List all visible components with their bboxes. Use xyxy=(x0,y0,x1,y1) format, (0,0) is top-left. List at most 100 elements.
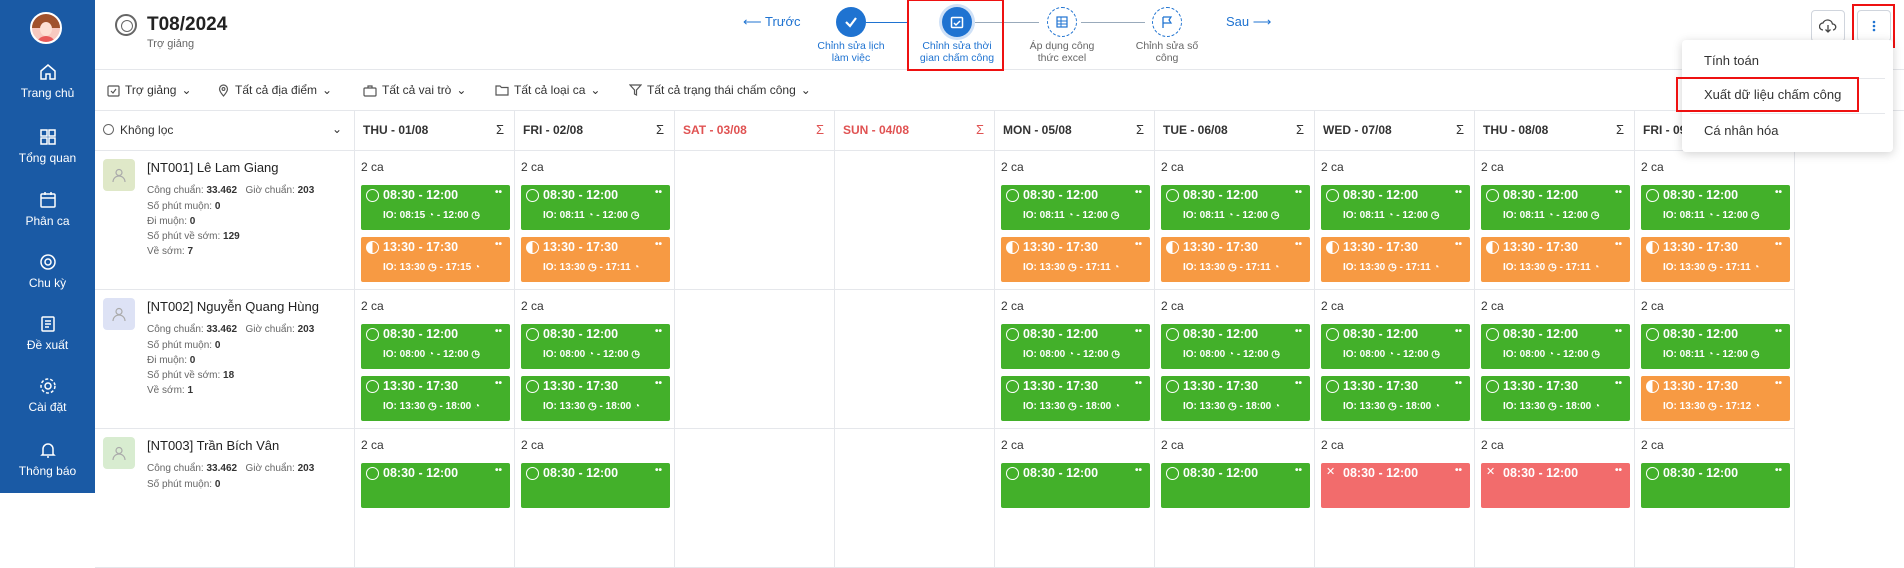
shift-card[interactable]: 08:30 - 12:00•• xyxy=(361,463,510,508)
shift-card[interactable]: 13:30 - 17:30••IO: 13:30 ◷ - 17:11 ◔ xyxy=(521,237,670,282)
shift-card[interactable]: 08:30 - 12:00•• xyxy=(1641,463,1790,508)
more-horizontal-icon[interactable]: •• xyxy=(655,378,662,389)
more-horizontal-icon[interactable]: •• xyxy=(495,378,502,389)
more-horizontal-icon[interactable]: •• xyxy=(1295,239,1302,250)
shift-card[interactable]: 08:30 - 12:00••IO: 08:11 ◔ - 12:00 ◷ xyxy=(1481,185,1630,230)
more-horizontal-icon[interactable]: •• xyxy=(1615,239,1622,250)
more-horizontal-icon[interactable]: •• xyxy=(1615,187,1622,198)
shift-card[interactable]: 08:30 - 12:00••IO: 08:11 ◔ - 12:00 ◷ xyxy=(521,185,670,230)
shift-card[interactable]: 08:30 - 12:00••IO: 08:11 ◔ - 12:00 ◷ xyxy=(1001,185,1150,230)
sidebar-item-proposal[interactable]: Đề xuất xyxy=(0,314,95,352)
more-horizontal-icon[interactable]: •• xyxy=(1135,378,1142,389)
prev-link[interactable]: ⟵ Trước xyxy=(743,14,801,30)
filter-status[interactable]: Tất cả trạng thái chấm công⌄ xyxy=(629,83,811,97)
more-horizontal-icon[interactable]: •• xyxy=(1135,326,1142,337)
shift-card[interactable]: 13:30 - 17:30••IO: 13:30 ◷ - 18:00 ◔ xyxy=(1161,376,1310,421)
sidebar-item-cycle[interactable]: Chu kỳ xyxy=(0,252,95,290)
more-horizontal-icon[interactable]: •• xyxy=(1295,326,1302,337)
shift-card[interactable]: 13:30 - 17:30••IO: 13:30 ◷ - 17:11 ◔ xyxy=(1161,237,1310,282)
day-cell[interactable]: 2 ca08:30 - 12:00•• xyxy=(355,429,515,568)
day-cell[interactable]: 2 ca08:30 - 12:00••IO: 08:00 ◔ - 12:00 ◷… xyxy=(1155,290,1315,429)
shift-card[interactable]: 13:30 - 17:30••IO: 13:30 ◷ - 17:11 ◔ xyxy=(1321,237,1470,282)
more-horizontal-icon[interactable]: •• xyxy=(1615,326,1622,337)
more-horizontal-icon[interactable]: •• xyxy=(1775,378,1782,389)
shift-card[interactable]: 08:30 - 12:00•• xyxy=(1161,463,1310,508)
user-avatar[interactable] xyxy=(30,12,62,44)
shift-card[interactable]: 08:30 - 12:00••IO: 08:15 ◔ - 12:00 ◷ xyxy=(361,185,510,230)
shift-card[interactable]: 13:30 - 17:30••IO: 13:30 ◷ - 17:11 ◔ xyxy=(1481,237,1630,282)
day-cell[interactable]: 2 ca08:30 - 12:00••IO: 08:00 ◔ - 12:00 ◷… xyxy=(1315,290,1475,429)
day-cell[interactable]: 2 ca08:30 - 12:00••IO: 08:11 ◔ - 12:00 ◷… xyxy=(1475,151,1635,290)
shift-card[interactable]: 08:30 - 12:00••IO: 08:00 ◔ - 12:00 ◷ xyxy=(361,324,510,369)
filter-role-group[interactable]: Trợ giảng⌄ xyxy=(107,83,192,97)
day-cell[interactable]: 2 ca08:30 - 12:00••IO: 08:11 ◔ - 12:00 ◷… xyxy=(515,151,675,290)
sigma-icon[interactable]: Σ xyxy=(656,122,664,137)
day-cell[interactable] xyxy=(835,290,995,429)
menu-item-personalize[interactable]: Cá nhân hóa xyxy=(1704,123,1778,138)
more-horizontal-icon[interactable]: •• xyxy=(1295,187,1302,198)
day-cell[interactable]: 2 ca08:30 - 12:00••IO: 08:11 ◔ - 12:00 ◷… xyxy=(1315,151,1475,290)
shift-card[interactable]: 08:30 - 12:00••IO: 08:11 ◔ - 12:00 ◷ xyxy=(1161,185,1310,230)
sidebar-item-notifications[interactable]: Thông báo xyxy=(0,440,95,478)
more-horizontal-icon[interactable]: •• xyxy=(1775,187,1782,198)
more-horizontal-icon[interactable]: •• xyxy=(495,187,502,198)
day-cell[interactable]: 2 ca✕08:30 - 12:00•• xyxy=(1475,429,1635,568)
shift-card[interactable]: 13:30 - 17:30••IO: 13:30 ◷ - 18:00 ◔ xyxy=(361,376,510,421)
shift-card[interactable]: 08:30 - 12:00••IO: 08:00 ◔ - 12:00 ◷ xyxy=(1321,324,1470,369)
more-horizontal-icon[interactable]: •• xyxy=(655,187,662,198)
day-cell[interactable]: 2 ca✕08:30 - 12:00•• xyxy=(1315,429,1475,568)
sigma-icon[interactable]: Σ xyxy=(1296,122,1304,137)
more-horizontal-icon[interactable]: •• xyxy=(495,465,502,476)
shift-card[interactable]: 13:30 - 17:30••IO: 13:30 ◷ - 18:00 ◔ xyxy=(521,376,670,421)
day-cell[interactable]: 2 ca08:30 - 12:00•• xyxy=(995,429,1155,568)
shift-card[interactable]: 08:30 - 12:00••IO: 08:11 ◔ - 12:00 ◷ xyxy=(1321,185,1470,230)
shift-card[interactable]: 08:30 - 12:00••IO: 08:00 ◔ - 12:00 ◷ xyxy=(1161,324,1310,369)
shift-card[interactable]: 08:30 - 12:00••IO: 08:11 ◔ - 12:00 ◷ xyxy=(1641,185,1790,230)
step-edit-schedule[interactable]: Chỉnh sửa lịchlàm việc xyxy=(801,7,901,64)
shift-card[interactable]: 13:30 - 17:30••IO: 13:30 ◷ - 17:11 ◔ xyxy=(1001,237,1150,282)
sidebar-item-home[interactable]: Trang chủ xyxy=(0,62,95,100)
next-link[interactable]: Sau ⟶ xyxy=(1226,14,1271,30)
more-horizontal-icon[interactable]: •• xyxy=(1135,187,1142,198)
more-horizontal-icon[interactable]: •• xyxy=(1135,465,1142,476)
shift-card[interactable]: 08:30 - 12:00••IO: 08:11 ◔ - 12:00 ◷ xyxy=(1641,324,1790,369)
sigma-icon[interactable]: Σ xyxy=(1136,122,1144,137)
day-cell[interactable]: 2 ca08:30 - 12:00•• xyxy=(1635,429,1795,568)
filter-role[interactable]: Tất cả vai trò⌄ xyxy=(363,83,466,97)
shift-card[interactable]: 13:30 - 17:30••IO: 13:30 ◷ - 17:12 ◔ xyxy=(1641,376,1790,421)
day-cell[interactable]: 2 ca08:30 - 12:00••IO: 08:11 ◔ - 12:00 ◷… xyxy=(1635,151,1795,290)
shift-card[interactable]: 08:30 - 12:00•• xyxy=(1001,463,1150,508)
shift-card[interactable]: 13:30 - 17:30••IO: 13:30 ◷ - 17:15 ◔ xyxy=(361,237,510,282)
day-cell[interactable]: 2 ca08:30 - 12:00••IO: 08:15 ◔ - 12:00 ◷… xyxy=(355,151,515,290)
day-cell[interactable]: 2 ca08:30 - 12:00••IO: 08:00 ◔ - 12:00 ◷… xyxy=(515,290,675,429)
step-apply-excel[interactable]: Áp dụng côngthức excel xyxy=(1012,7,1112,64)
more-horizontal-icon[interactable]: •• xyxy=(1455,378,1462,389)
shift-card[interactable]: 08:30 - 12:00•• xyxy=(521,463,670,508)
sidebar-item-schedule[interactable]: Phân ca xyxy=(0,190,95,228)
day-cell[interactable]: 2 ca08:30 - 12:00••IO: 08:00 ◔ - 12:00 ◷… xyxy=(1475,290,1635,429)
employee-search[interactable]: Không lọc ⌄ xyxy=(95,111,355,151)
shift-card[interactable]: ✕08:30 - 12:00•• xyxy=(1481,463,1630,508)
employee-name[interactable]: [NT003] Trần Bích Vân xyxy=(147,438,279,453)
day-cell[interactable] xyxy=(675,151,835,290)
employee-name[interactable]: [NT001] Lê Lam Giang xyxy=(147,160,279,175)
more-horizontal-icon[interactable]: •• xyxy=(1295,465,1302,476)
day-cell[interactable]: 2 ca08:30 - 12:00•• xyxy=(1155,429,1315,568)
day-cell[interactable]: 2 ca08:30 - 12:00••IO: 08:00 ◔ - 12:00 ◷… xyxy=(355,290,515,429)
more-horizontal-icon[interactable]: •• xyxy=(1135,239,1142,250)
sigma-icon[interactable]: Σ xyxy=(816,122,824,137)
download-button[interactable] xyxy=(1811,10,1845,42)
shift-card[interactable]: 08:30 - 12:00••IO: 08:00 ◔ - 12:00 ◷ xyxy=(1481,324,1630,369)
more-horizontal-icon[interactable]: •• xyxy=(1455,465,1462,476)
more-horizontal-icon[interactable]: •• xyxy=(1455,326,1462,337)
sidebar-item-overview[interactable]: Tổng quan xyxy=(0,127,95,165)
sigma-icon[interactable]: Σ xyxy=(1456,122,1464,137)
more-horizontal-icon[interactable]: •• xyxy=(1615,465,1622,476)
day-cell[interactable]: 2 ca08:30 - 12:00••IO: 08:11 ◔ - 12:00 ◷… xyxy=(1635,290,1795,429)
more-horizontal-icon[interactable]: •• xyxy=(1455,187,1462,198)
more-horizontal-icon[interactable]: •• xyxy=(1295,378,1302,389)
sigma-icon[interactable]: Σ xyxy=(1616,122,1624,137)
more-horizontal-icon[interactable]: •• xyxy=(655,326,662,337)
shift-card[interactable]: 13:30 - 17:30••IO: 13:30 ◷ - 17:11 ◔ xyxy=(1641,237,1790,282)
menu-item-calculate[interactable]: Tính toán xyxy=(1704,53,1759,68)
